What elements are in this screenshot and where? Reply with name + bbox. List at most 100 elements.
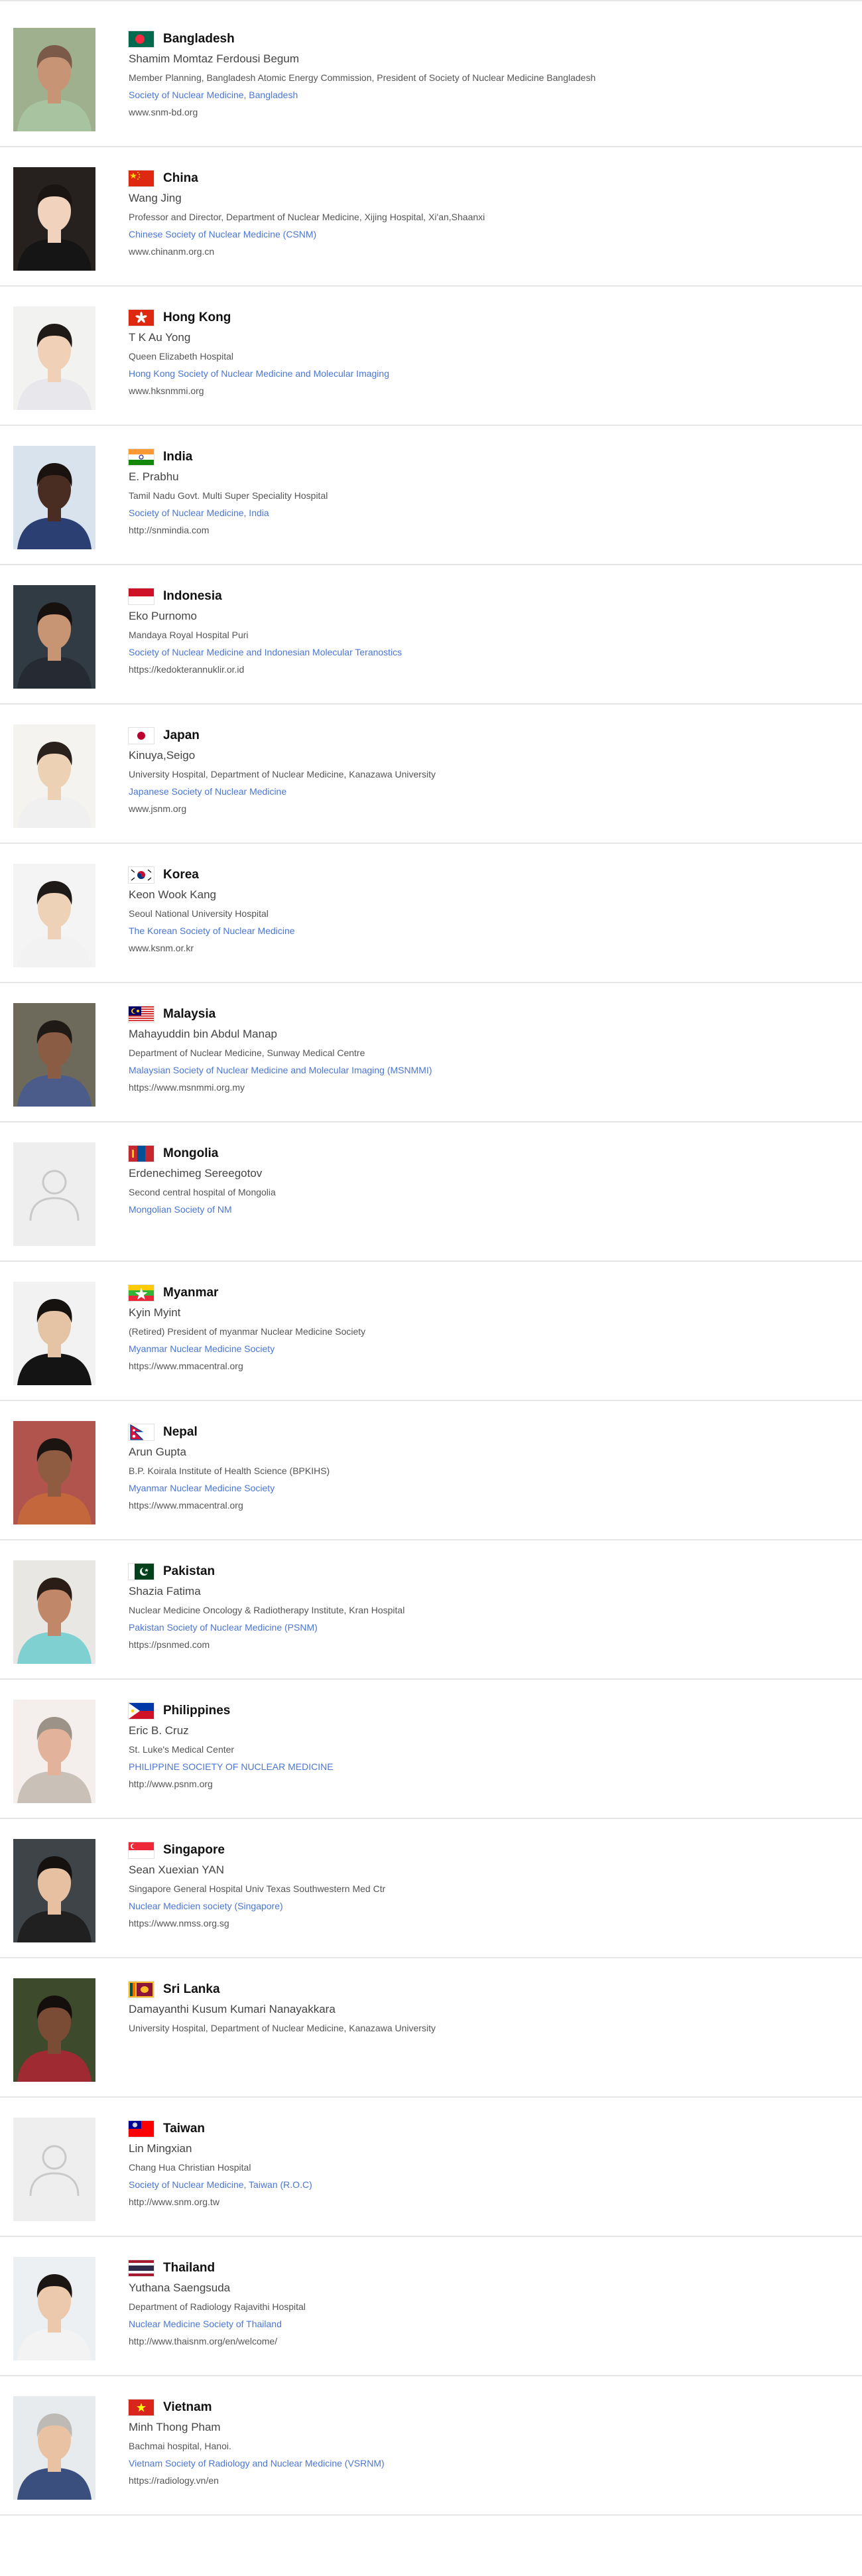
member-card: Singapore Sean Xuexian YAN Singapore Gener… bbox=[0, 1820, 862, 1958]
hong-kong-flag-icon bbox=[129, 310, 154, 326]
country-header: Hong Kong bbox=[129, 308, 849, 328]
member-card: Japan Kinuya,Seigo University Hospital, De… bbox=[0, 706, 862, 844]
society-link[interactable]: Nuclear Medicine Society of Thailand bbox=[129, 2315, 849, 2333]
member-affiliation: Singapore General Hospital Univ Texas So… bbox=[129, 1883, 386, 1894]
member-name: Shamim Momtaz Ferdousi Begum bbox=[129, 52, 299, 65]
country-name: Pakistan bbox=[163, 1564, 216, 1578]
member-photo bbox=[13, 1560, 95, 1664]
member-name: Sean Xuexian YAN bbox=[129, 1864, 224, 1876]
top-divider bbox=[0, 0, 862, 1]
member-card: Indonesia Eko Purnomo Mandaya Royal Hospit… bbox=[0, 567, 862, 705]
country-header: China bbox=[129, 169, 849, 188]
member-photo bbox=[13, 446, 95, 549]
member-card: Nepal Arun Gupta B.P. Koirala Institute of… bbox=[0, 1402, 862, 1540]
member-name: Yuthana Saengsuda bbox=[129, 2281, 231, 2294]
society-link[interactable]: Myanmar Nuclear Medicine Society bbox=[129, 1340, 849, 1357]
mongolia-flag-icon bbox=[129, 1146, 154, 1162]
country-header: Bangladesh bbox=[129, 29, 849, 49]
society-link[interactable]: Malaysian Society of Nuclear Medicine an… bbox=[129, 1061, 849, 1079]
society-link[interactable]: Society of Nuclear Medicine, Taiwan (R.O… bbox=[129, 2176, 849, 2193]
member-card: Vietnam Minh Thong Pham Bachmai hospital, … bbox=[0, 2378, 862, 2516]
vietnam-flag-icon bbox=[129, 2400, 154, 2415]
country-name: Japan bbox=[163, 728, 200, 742]
website-url: www.snm-bd.org bbox=[129, 107, 198, 117]
member-info: Philippines Eric B. Cruz St. Luke's Medica… bbox=[129, 1701, 849, 1793]
member-info: Nepal Arun Gupta B.P. Koirala Institute of… bbox=[129, 1422, 849, 1514]
society-link[interactable]: Pakistan Society of Nuclear Medicine (PS… bbox=[129, 1619, 849, 1636]
country-header: Nepal bbox=[129, 1422, 849, 1442]
member-info: Bangladesh Shamim Momtaz Ferdousi Begum Me… bbox=[129, 29, 849, 121]
member-card: Thailand Yuthana Saengsuda Department of R… bbox=[0, 2238, 862, 2376]
society-link[interactable]: The Korean Society of Nuclear Medicine bbox=[129, 922, 849, 939]
society-link[interactable]: Society of Nuclear Medicine, Bangladesh bbox=[129, 86, 849, 103]
website-url: https://www.nmss.org.sg bbox=[129, 1918, 229, 1929]
country-name: Malaysia bbox=[163, 1007, 216, 1021]
country-name: Myanmar bbox=[163, 1286, 219, 1300]
pakistan-flag-icon bbox=[129, 1564, 154, 1580]
member-photo bbox=[13, 1839, 95, 1942]
website-url: www.chinanm.org.cn bbox=[129, 246, 215, 257]
philippines-flag-icon bbox=[129, 1703, 154, 1719]
member-photo bbox=[13, 864, 95, 967]
country-name: Indonesia bbox=[163, 589, 222, 603]
member-info: Vietnam Minh Thong Pham Bachmai hospital, … bbox=[129, 2398, 849, 2489]
member-name: Shazia Fatima bbox=[129, 1585, 201, 1597]
avatar-placeholder bbox=[13, 2118, 95, 2221]
website-url: https://www.mmacentral.org bbox=[129, 1500, 243, 1511]
member-photo bbox=[13, 1003, 95, 1107]
country-name: Mongolia bbox=[163, 1146, 219, 1160]
member-affiliation: University Hospital, Department of Nucle… bbox=[129, 2023, 436, 2033]
member-photo bbox=[13, 585, 95, 689]
member-name: Eko Purnomo bbox=[129, 610, 197, 622]
website-url: http://www.thaisnm.org/en/welcome/ bbox=[129, 2336, 278, 2346]
country-header: Japan bbox=[129, 726, 849, 746]
member-card: Malaysia Mahayuddin bin Abdul Manap Depart… bbox=[0, 984, 862, 1122]
member-info: Japan Kinuya,Seigo University Hospital, De… bbox=[129, 726, 849, 817]
society-link[interactable]: Society of Nuclear Medicine, India bbox=[129, 504, 849, 521]
member-name: Eric B. Cruz bbox=[129, 1724, 189, 1737]
taiwan-flag-icon bbox=[129, 2121, 154, 2137]
member-info: Myanmar Kyin Myint (Retired) President of … bbox=[129, 1283, 849, 1375]
member-affiliation: Nuclear Medicine Oncology & Radiotherapy… bbox=[129, 1605, 405, 1615]
avatar-placeholder bbox=[13, 1142, 95, 1246]
country-name: Bangladesh bbox=[163, 32, 235, 46]
member-name: E. Prabhu bbox=[129, 470, 179, 483]
society-link[interactable]: Hong Kong Society of Nuclear Medicine an… bbox=[129, 365, 849, 382]
singapore-flag-icon bbox=[129, 1842, 154, 1858]
society-link[interactable]: Vietnam Society of Radiology and Nuclear… bbox=[129, 2455, 849, 2472]
member-photo bbox=[13, 724, 95, 828]
country-name: Sri Lanka bbox=[163, 1982, 220, 1996]
website-url: www.ksnm.or.kr bbox=[129, 943, 194, 953]
member-affiliation: Bachmai hospital, Hanoi. bbox=[129, 2441, 231, 2451]
society-link[interactable]: Nuclear Medicien society (Singapore) bbox=[129, 1897, 849, 1915]
website-url: http://www.snm.org.tw bbox=[129, 2197, 219, 2207]
member-name: Erdenechimeg Sereegotov bbox=[129, 1167, 263, 1180]
society-link[interactable]: Chinese Society of Nuclear Medicine (CSN… bbox=[129, 226, 849, 243]
country-name: Taiwan bbox=[163, 2122, 205, 2135]
society-link[interactable]: Japanese Society of Nuclear Medicine bbox=[129, 783, 849, 800]
country-name: Korea bbox=[163, 868, 199, 882]
country-header: Indonesia bbox=[129, 586, 849, 606]
member-photo bbox=[13, 1700, 95, 1803]
member-affiliation: St. Luke's Medical Center bbox=[129, 1744, 235, 1755]
member-info: Mongolia Erdenechimeg Sereegotov Second ce… bbox=[129, 1144, 849, 1218]
website-url: https://radiology.vn/en bbox=[129, 2475, 219, 2486]
member-card: Sri Lanka Damayanthi Kusum Kumari Nanayak… bbox=[0, 1960, 862, 2098]
website-url: http://www.psnm.org bbox=[129, 1779, 213, 1789]
member-affiliation: University Hospital, Department of Nucle… bbox=[129, 769, 436, 780]
member-affiliation: Member Planning, Bangladesh Atomic Energ… bbox=[129, 72, 596, 83]
country-header: Myanmar bbox=[129, 1283, 849, 1303]
member-card: Korea Keon Wook Kang Seoul National Univer… bbox=[0, 845, 862, 983]
society-link[interactable]: Mongolian Society of NM bbox=[129, 1201, 849, 1218]
society-link[interactable]: PHILIPPINE SOCIETY OF NUCLEAR MEDICINE bbox=[129, 1758, 849, 1775]
member-card: Myanmar Kyin Myint (Retired) President of … bbox=[0, 1263, 862, 1401]
korea-flag-icon bbox=[129, 867, 154, 883]
member-info: India E. Prabhu Tamil Nadu Govt. Multi Sup… bbox=[129, 447, 849, 539]
website-url: www.jsnm.org bbox=[129, 803, 187, 814]
member-name: Wang Jing bbox=[129, 192, 182, 204]
country-header: Mongolia bbox=[129, 1144, 849, 1164]
society-link[interactable]: Society of Nuclear Medicine and Indonesi… bbox=[129, 644, 849, 661]
website-url: https://www.msnmmi.org.my bbox=[129, 1082, 245, 1093]
member-affiliation: Second central hospital of Mongolia bbox=[129, 1187, 276, 1197]
society-link[interactable]: Myanmar Nuclear Medicine Society bbox=[129, 1479, 849, 1497]
